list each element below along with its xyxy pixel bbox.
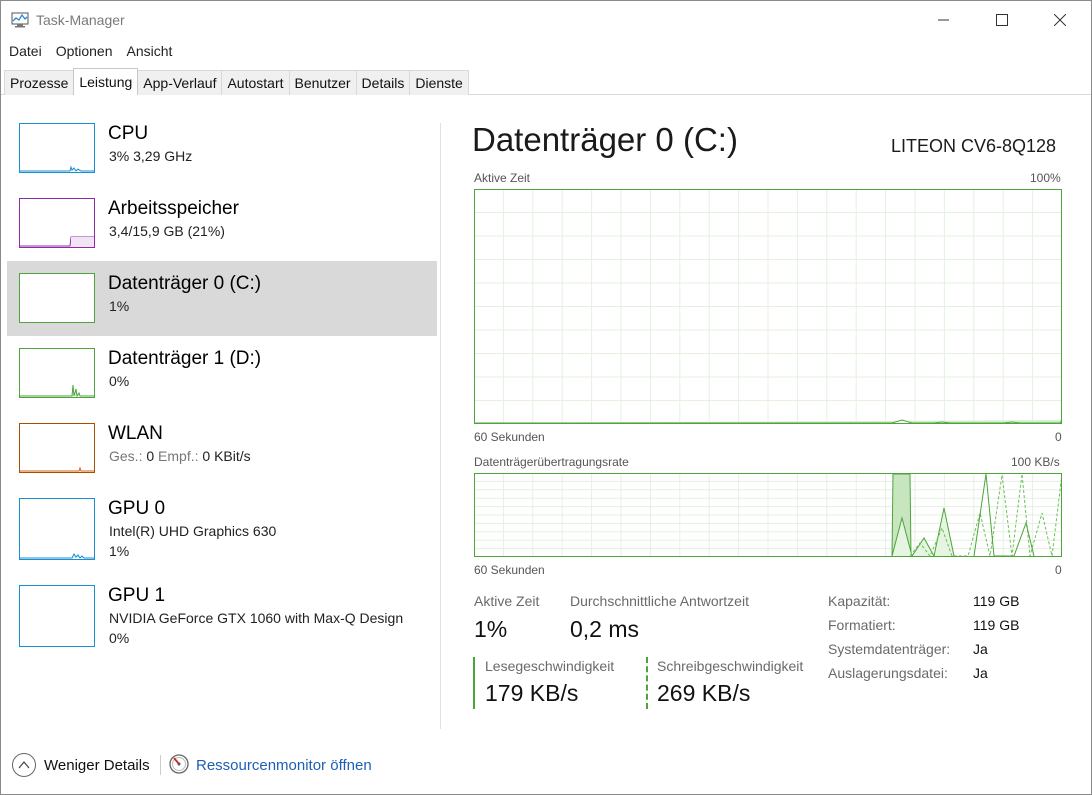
wlan-label: WLAN xyxy=(108,423,163,444)
cpu-label: CPU xyxy=(108,123,149,144)
close-icon xyxy=(1054,14,1066,26)
transfer-rate-graph-timespan: 60 Sekunden xyxy=(474,563,545,577)
minimize-button[interactable] xyxy=(915,1,973,39)
tab-app-verlauf[interactable]: App-Verlauf xyxy=(137,70,223,95)
memory-thumbnail-graph xyxy=(19,198,95,248)
maximize-button[interactable] xyxy=(973,1,1031,39)
menu-ansicht[interactable]: Ansicht xyxy=(119,41,177,63)
write-speed-label: Schreibgeschwindigkeit xyxy=(657,658,804,674)
system-disk-label: Systemdatenträger: xyxy=(828,641,951,657)
tab-benutzer[interactable]: Benutzer xyxy=(288,70,357,95)
resource-monitor-icon[interactable] xyxy=(169,754,189,774)
active-time-stat-label: Aktive Zeit xyxy=(474,593,540,609)
transfer-rate-graph-max: 100 KB/s xyxy=(1011,455,1060,469)
memory-usage: 3,4/15,9 GB (21%) xyxy=(109,223,225,239)
page-file-value: Ja xyxy=(973,665,988,681)
tab-bar: Prozesse Leistung App-Verlauf Autostart … xyxy=(1,68,1091,95)
read-speed-box: Lesegeschwindigkeit 179 KB/s xyxy=(473,657,643,709)
gpu0-thumbnail-graph xyxy=(19,498,95,560)
menu-datei[interactable]: Datei xyxy=(1,41,46,63)
collapse-details-button[interactable] xyxy=(12,753,36,777)
close-button[interactable] xyxy=(1031,1,1089,39)
gpu0-model: Intel(R) UHD Graphics 630 xyxy=(109,523,277,539)
active-time-graph-timespan: 60 Sekunden xyxy=(474,430,545,444)
tab-details[interactable]: Details xyxy=(355,70,411,95)
transfer-rate-graph-min: 0 xyxy=(1055,563,1062,577)
formatted-label: Formatiert: xyxy=(828,617,896,633)
active-time-graph-min: 0 xyxy=(1055,430,1062,444)
open-resource-monitor-link[interactable]: Ressourcenmonitor öffnen xyxy=(196,757,372,774)
disk1-label: Datenträger 1 (D:) xyxy=(108,348,262,369)
sidebar-item-wlan[interactable]: WLAN Ges.: 0 Empf.: 0 KBit/s xyxy=(7,411,437,486)
page-title: Datenträger 0 (C:) xyxy=(472,121,738,158)
sidebar-item-cpu[interactable]: CPU 3% 3,29 GHz xyxy=(7,111,437,186)
gpu0-usage: 1% xyxy=(109,543,130,559)
tab-autostart[interactable]: Autostart xyxy=(221,70,290,95)
response-time-stat-label: Durchschnittliche Antwortzeit xyxy=(570,593,749,609)
gpu1-model: NVIDIA GeForce GTX 1060 with Max-Q Desig… xyxy=(109,610,404,626)
tab-dienste[interactable]: Dienste xyxy=(409,70,469,95)
formatted-value: 119 GB xyxy=(973,617,1020,633)
disk0-usage: 1% xyxy=(109,298,130,314)
wlan-receive-value: 0 KBit/s xyxy=(202,448,251,464)
menu-bar: Datei Optionen Ansicht xyxy=(1,41,178,63)
disk0-label: Datenträger 0 (C:) xyxy=(108,273,262,294)
read-speed-label: Lesegeschwindigkeit xyxy=(485,658,615,674)
tab-prozesse[interactable]: Prozesse xyxy=(4,70,75,95)
sidebar-item-gpu0[interactable]: GPU 0 Intel(R) UHD Graphics 630 1% xyxy=(7,486,437,573)
sidebar-item-gpu1[interactable]: GPU 1 NVIDIA GeForce GTX 1060 with Max-Q… xyxy=(7,573,437,660)
panel-divider[interactable] xyxy=(440,123,441,729)
active-time-graph xyxy=(474,189,1062,424)
cpu-thumbnail-graph xyxy=(19,123,95,173)
capacity-label: Kapazität: xyxy=(828,593,891,609)
sidebar-item-memory[interactable]: Arbeitsspeicher 3,4/15,9 GB (21%) xyxy=(7,186,437,261)
gpu1-thumbnail-graph xyxy=(19,585,95,647)
resource-list: CPU 3% 3,29 GHz Arbeitsspeicher 3,4/15,9… xyxy=(7,111,437,660)
wlan-send-label: Ges.: xyxy=(109,448,143,464)
active-time-graph-label: Aktive Zeit xyxy=(474,171,531,185)
wlan-receive-label: Empf.: xyxy=(158,448,199,464)
disk0-thumbnail-graph xyxy=(19,273,95,323)
memory-label: Arbeitsspeicher xyxy=(108,198,239,219)
write-speed-value: 269 KB/s xyxy=(657,680,751,706)
tab-leistung[interactable]: Leistung xyxy=(73,68,139,95)
window-title: Task-Manager xyxy=(36,12,125,28)
sidebar-item-disk1[interactable]: Datenträger 1 (D:) 0% xyxy=(7,336,437,411)
task-manager-window: Task-Manager Datei Optionen Ansicht Proz… xyxy=(0,0,1092,795)
transfer-rate-graph xyxy=(474,473,1062,557)
system-disk-value: Ja xyxy=(973,641,988,657)
menu-optionen[interactable]: Optionen xyxy=(48,41,117,63)
disk1-usage: 0% xyxy=(109,373,130,389)
gpu1-usage: 0% xyxy=(109,630,130,646)
gpu0-label: GPU 0 xyxy=(108,498,166,519)
disk1-thumbnail-graph xyxy=(19,348,95,398)
wlan-thumbnail-graph xyxy=(19,423,95,473)
task-manager-icon xyxy=(11,12,29,28)
page-file-label: Auslagerungsdatei: xyxy=(828,665,948,681)
cpu-usage: 3% 3,29 GHz xyxy=(109,148,193,164)
transfer-rate-graph-label: Datenträgerübertragungsrate xyxy=(474,455,629,469)
fewer-details-link[interactable]: Weniger Details xyxy=(44,757,150,774)
wlan-throughput: Ges.: 0 Empf.: 0 KBit/s xyxy=(109,448,251,464)
minimize-icon xyxy=(938,19,949,21)
footer-separator xyxy=(160,755,161,775)
active-time-graph-max: 100% xyxy=(1030,171,1061,185)
maximize-icon xyxy=(996,14,1008,26)
wlan-send-value: 0 xyxy=(146,448,155,464)
sidebar-item-disk0[interactable]: Datenträger 0 (C:) 1% xyxy=(7,261,437,336)
chevron-up-icon xyxy=(18,761,30,769)
capacity-value: 119 GB xyxy=(973,593,1020,609)
write-speed-box: Schreibgeschwindigkeit 269 KB/s xyxy=(646,657,821,709)
active-time-stat-value: 1% xyxy=(474,616,508,642)
gpu1-label: GPU 1 xyxy=(108,585,166,606)
disk-model: LITEON CV6-8Q128 xyxy=(891,136,1057,156)
title-bar[interactable]: Task-Manager xyxy=(1,1,1091,39)
response-time-stat-value: 0,2 ms xyxy=(570,616,640,642)
read-speed-value: 179 KB/s xyxy=(485,680,579,706)
